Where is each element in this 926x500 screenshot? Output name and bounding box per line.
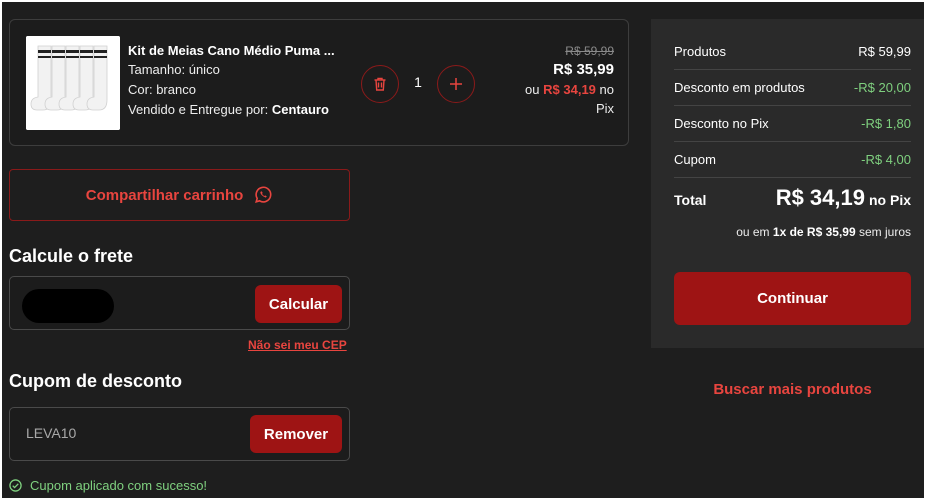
coupon-title: Cupom de desconto [9, 371, 183, 391]
whatsapp-icon [255, 186, 272, 203]
more-products-link[interactable]: Buscar mais produtos [651, 381, 924, 398]
summary-row-products: Produtos R$ 59,99 [674, 34, 911, 70]
pix-price-line: ou R$ 34,19 no Pix [504, 80, 614, 118]
size-value: único [188, 62, 220, 77]
coupon-input[interactable] [26, 425, 226, 441]
summary-total: Total R$ 34,19 no Pix [674, 185, 911, 211]
summary-value: -R$ 20,00 [853, 80, 911, 95]
coupon-success-text: Cupom aplicado com sucesso! [30, 478, 208, 493]
seller-value: Centauro [271, 102, 329, 117]
summary-value: -R$ 1,80 [861, 116, 911, 131]
shipping-title: Calcule o frete [9, 246, 134, 266]
summary-label: Desconto em produtos [674, 80, 805, 95]
seller-label: Vendido e Entregue por: [128, 102, 269, 117]
summary-label: Produtos [674, 44, 727, 59]
pix-word: Pix [595, 101, 614, 116]
remove-coupon-button[interactable]: Remover [250, 415, 342, 453]
share-cart-label: Compartilhar carrinho [85, 186, 244, 204]
remove-item-button[interactable] [361, 65, 399, 103]
calculate-shipping-button[interactable]: Calcular [255, 285, 342, 323]
installments-info: ou em 1x de R$ 35,99 sem juros [674, 225, 911, 239]
cart-page: Kit de Meias Cano Médio Puma ... Tamanho… [2, 2, 924, 498]
summary-row-product-discount: Desconto em produtos -R$ 20,00 [674, 70, 911, 106]
trash-icon [374, 77, 386, 91]
price-block: R$ 59,99 R$ 35,99 ou R$ 34,19 no Pix [504, 42, 614, 118]
cep-field-box: Calcular [9, 276, 350, 330]
quantity-value: 1 [414, 74, 422, 90]
product-color: Cor: branco [128, 80, 343, 100]
plus-icon [450, 78, 462, 90]
summary-row-coupon: Cupom -R$ 4,00 [674, 142, 911, 178]
product-info: Kit de Meias Cano Médio Puma ... Tamanho… [128, 42, 343, 120]
current-price: R$ 35,99 [553, 61, 614, 78]
summary-row-pix-discount: Desconto no Pix -R$ 1,80 [674, 106, 911, 142]
installments-prefix: ou em [736, 225, 770, 239]
cart-item-card: Kit de Meias Cano Médio Puma ... Tamanho… [9, 19, 629, 146]
pix-suffix: no [599, 82, 614, 97]
product-name[interactable]: Kit de Meias Cano Médio Puma ... [128, 42, 343, 60]
product-seller: Vendido e Entregue por: Centauro [128, 100, 343, 120]
size-label: Tamanho: [128, 62, 186, 77]
total-suffix: no Pix [868, 192, 911, 208]
product-image[interactable] [26, 36, 120, 130]
coupon-success-message: Cupom aplicado com sucesso! [9, 478, 207, 493]
dont-know-cep-link[interactable]: Não sei meu CEP [248, 338, 347, 352]
total-value: R$ 34,19 [775, 185, 865, 210]
summary-label: Cupom [674, 152, 716, 167]
old-price: R$ 59,99 [565, 44, 614, 58]
pix-price: R$ 34,19 [543, 82, 596, 97]
coupon-field-box: Remover [9, 407, 350, 461]
summary-value: -R$ 4,00 [861, 152, 911, 167]
order-summary: Produtos R$ 59,99 Desconto em produtos -… [651, 19, 924, 348]
check-circle-icon [9, 479, 22, 492]
total-label: Total [674, 192, 707, 208]
share-cart-button[interactable]: Compartilhar carrinho [9, 169, 350, 221]
increase-quantity-button[interactable] [437, 65, 475, 103]
continue-button[interactable]: Continuar [674, 272, 911, 325]
color-value: branco [156, 82, 196, 97]
color-label: Cor: [128, 82, 153, 97]
pix-prefix: ou [525, 82, 540, 97]
installments-value: 1x de R$ 35,99 [772, 225, 856, 239]
installments-suffix: sem juros [858, 225, 911, 239]
cep-input[interactable] [22, 289, 114, 323]
total-value-group: R$ 34,19 no Pix [776, 185, 911, 211]
product-size: Tamanho: único [128, 60, 343, 80]
summary-value: R$ 59,99 [858, 44, 911, 59]
summary-label: Desconto no Pix [674, 116, 769, 131]
